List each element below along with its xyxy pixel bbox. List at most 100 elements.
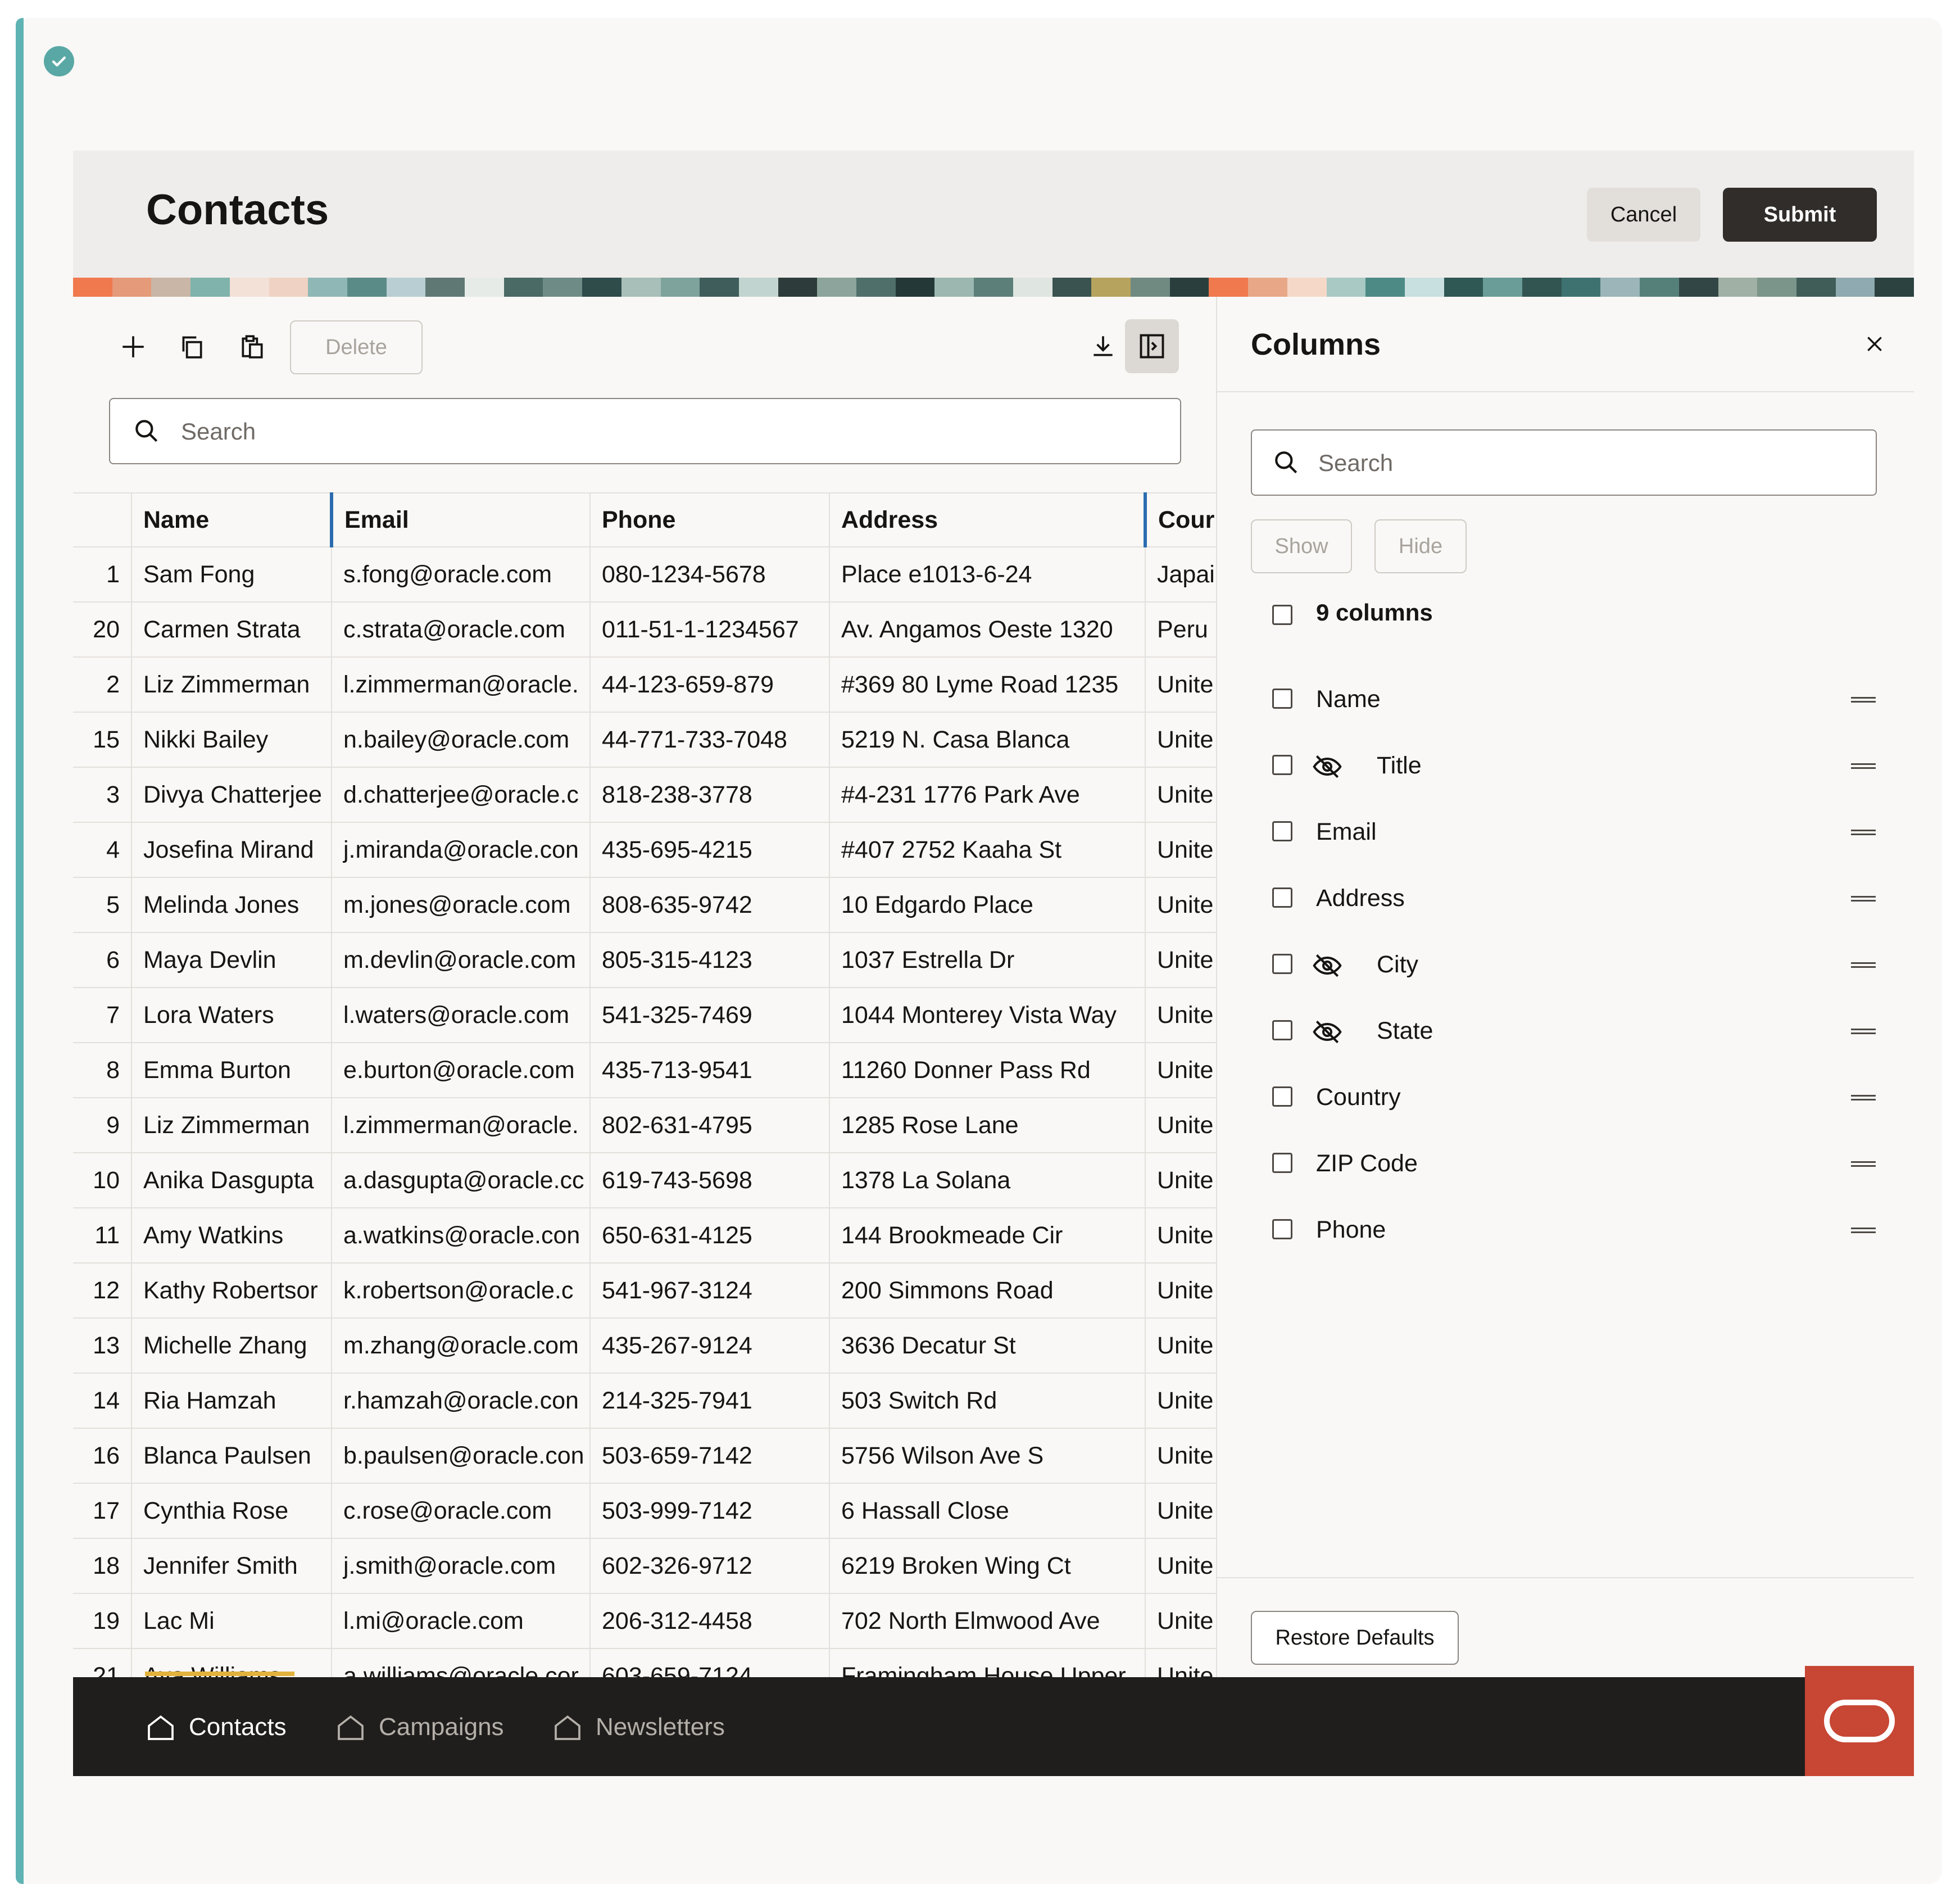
table-row[interactable]: 17 Cynthia Rose c.rose@oracle.com 503-999-7… [73,1483,1216,1539]
table-row[interactable]: 5 Melinda Jones m.jones@oracle.com 808-635-… [73,877,1216,933]
table-row[interactable]: 6 Maya Devlin m.devlin@oracle.com 805-315-4… [73,932,1216,988]
address-cell[interactable]: 5756 Wilson Ave S [829,1428,1146,1484]
phone-cell[interactable]: 503-999-7142 [590,1483,830,1539]
address-cell[interactable]: #407 2752 Kaaha St [829,822,1146,878]
country-cell[interactable]: Japai [1145,547,1216,603]
country-cell[interactable]: Unite [1145,712,1216,768]
country-cell[interactable]: Unite [1145,1593,1216,1649]
nav-tab-campaigns[interactable]: Campaigns [335,1708,504,1747]
address-cell[interactable]: 1378 La Solana [829,1153,1146,1208]
email-cell[interactable]: c.strata@oracle.com [332,602,591,658]
name-cell[interactable]: Nikki Bailey [131,712,332,768]
country-cell[interactable]: Unite [1145,1373,1216,1429]
download-icon[interactable] [1079,323,1127,371]
email-cell[interactable]: r.hamzah@oracle.con [332,1373,591,1429]
drag-handle-icon[interactable] [1851,1029,1876,1034]
country-cell[interactable]: Unite [1145,1428,1216,1484]
name-cell[interactable]: Ria Hamzah [131,1373,332,1429]
name-cell[interactable]: Blanca Paulsen [131,1428,332,1484]
drag-handle-icon[interactable] [1851,1161,1876,1167]
row-number-cell[interactable]: 8 [73,1043,132,1098]
hide-button[interactable]: Hide [1374,519,1467,573]
name-cell[interactable]: Melinda Jones [131,877,332,933]
phone-cell[interactable]: 541-967-3124 [590,1263,830,1319]
email-cell[interactable]: l.zimmerman@oracle. [332,657,591,713]
column-checkbox[interactable] [1272,1086,1292,1107]
email-cell[interactable]: b.paulsen@oracle.con [332,1428,591,1484]
name-cell[interactable]: Carmen Strata [131,602,332,658]
name-cell[interactable]: Divya Chatterjee [131,767,332,823]
column-checkbox[interactable] [1272,887,1292,908]
address-cell[interactable]: 1044 Monterey Vista Way [829,988,1146,1043]
drag-handle-icon[interactable] [1851,763,1876,769]
table-row[interactable]: 8 Emma Burton e.burton@oracle.com 435-713-9… [73,1043,1216,1098]
address-cell[interactable]: 1285 Rose Lane [829,1098,1146,1153]
column-header-name[interactable]: Name [131,492,332,547]
show-button[interactable]: Show [1251,519,1352,573]
country-cell[interactable]: Unite [1145,1483,1216,1539]
email-cell[interactable]: a.williams@oracle.cor [332,1648,591,1677]
duplicate-icon[interactable] [167,323,216,371]
drag-handle-icon[interactable] [1851,697,1876,703]
column-search-input[interactable]: Search [1251,429,1877,496]
table-search-input[interactable]: Search [109,398,1181,464]
address-cell[interactable]: 6219 Broken Wing Ct [829,1538,1146,1594]
address-cell[interactable]: 3636 Decatur St [829,1318,1146,1374]
email-cell[interactable]: l.mi@oracle.com [332,1593,591,1649]
table-row[interactable]: 4 Josefina Mirand j.miranda@oracle.con 435-… [73,822,1216,878]
table-row[interactable]: 12 Kathy Robertsor k.robertson@oracle.c 541… [73,1263,1216,1319]
phone-cell[interactable]: 080-1234-5678 [590,547,830,603]
row-number-cell[interactable]: 10 [73,1153,132,1208]
close-icon[interactable] [1863,333,1886,358]
column-list-item[interactable]: State [1217,1005,1914,1056]
address-cell[interactable]: Av. Angamos Oeste 1320 [829,602,1146,658]
name-cell[interactable]: Cynthia Rose [131,1483,332,1539]
row-number-cell[interactable]: 20 [73,602,132,658]
country-cell[interactable]: Unite [1145,822,1216,878]
column-header-phone[interactable]: Phone [590,492,830,547]
column-checkbox[interactable] [1272,689,1292,709]
address-cell[interactable]: 503 Switch Rd [829,1373,1146,1429]
table-row[interactable]: 13 Michelle Zhang m.zhang@oracle.com 435-26… [73,1318,1216,1374]
name-cell[interactable]: Amy Watkins [131,1208,332,1263]
country-cell[interactable]: Unite [1145,657,1216,713]
name-cell[interactable]: Emma Burton [131,1043,332,1098]
name-cell[interactable]: Josefina Mirand [131,822,332,878]
country-cell[interactable]: Peru [1145,602,1216,658]
address-cell[interactable]: 6 Hassall Close [829,1483,1146,1539]
table-row[interactable]: 1 Sam Fong s.fong@oracle.com 080-1234-5678 P… [73,547,1216,603]
row-number-cell[interactable]: 18 [73,1538,132,1594]
email-cell[interactable]: a.watkins@oracle.con [332,1208,591,1263]
phone-cell[interactable]: 818-238-3778 [590,767,830,823]
address-cell[interactable]: 200 Simmons Road [829,1263,1146,1319]
paste-icon[interactable] [228,323,276,371]
country-cell[interactable]: Unite [1145,1538,1216,1594]
row-number-cell[interactable]: 1 [73,547,132,603]
country-cell[interactable]: Unite [1145,932,1216,988]
country-cell[interactable]: Unite [1145,1098,1216,1153]
address-cell[interactable]: #4-231 1776 Park Ave [829,767,1146,823]
table-row[interactable]: 19 Lac Mi l.mi@oracle.com 206-312-4458 702 N… [73,1593,1216,1649]
name-cell[interactable]: Jennifer Smith [131,1538,332,1594]
submit-button[interactable]: Submit [1723,188,1877,242]
select-all-columns-checkbox[interactable] [1272,605,1292,625]
row-number-cell[interactable]: 21 [73,1648,132,1677]
name-cell[interactable]: Maya Devlin [131,932,332,988]
address-cell[interactable]: 10 Edgardo Place [829,877,1146,933]
table-row[interactable]: 7 Lora Waters l.waters@oracle.com 541-325-7… [73,988,1216,1043]
column-checkbox[interactable] [1272,1219,1292,1239]
table-row[interactable]: 9 Liz Zimmerman l.zimmerman@oracle. 802-631… [73,1098,1216,1153]
phone-cell[interactable]: 541-325-7469 [590,988,830,1043]
drag-handle-icon[interactable] [1851,1228,1876,1233]
phone-cell[interactable]: 435-713-9541 [590,1043,830,1098]
column-list-item[interactable]: City [1217,939,1914,989]
email-cell[interactable]: n.bailey@oracle.com [332,712,591,768]
email-cell[interactable]: c.rose@oracle.com [332,1483,591,1539]
column-checkbox[interactable] [1272,954,1292,974]
nav-tab-newsletters[interactable]: Newsletters [552,1708,725,1747]
email-cell[interactable]: s.fong@oracle.com [332,547,591,603]
row-number-cell[interactable]: 17 [73,1483,132,1539]
country-cell[interactable]: Unite [1145,1153,1216,1208]
email-cell[interactable]: e.burton@oracle.com [332,1043,591,1098]
phone-cell[interactable]: 206-312-4458 [590,1593,830,1649]
